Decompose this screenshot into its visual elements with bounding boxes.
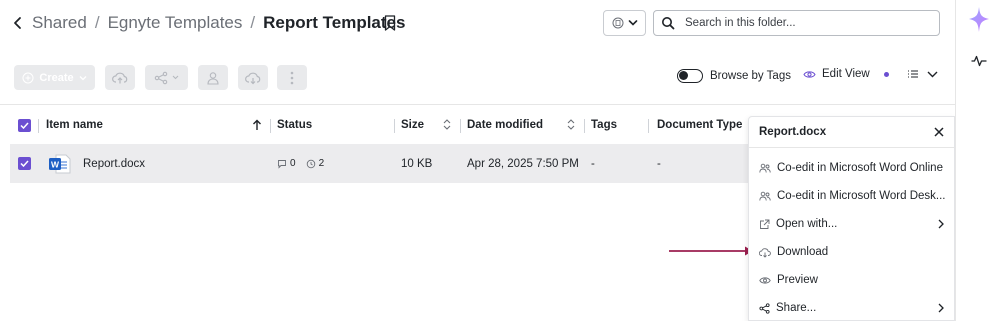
context-menu-header: Report.docx (749, 117, 954, 148)
breadcrumb-shared[interactable]: Shared (32, 13, 87, 33)
menu-item-coedit-desktop[interactable]: Co-edit in Microsoft Word Desk... (749, 182, 956, 210)
browse-by-tags-label: Browse by Tags (710, 70, 791, 82)
share-button[interactable] (145, 65, 188, 90)
download-button[interactable] (238, 65, 268, 90)
back-chevron-icon[interactable] (10, 14, 26, 32)
row-checkbox[interactable] (18, 144, 31, 183)
context-menu-title: Report.docx (759, 126, 827, 138)
cloud-download-icon (245, 72, 261, 84)
file-name-link[interactable]: Report.docx (83, 144, 145, 183)
table-row[interactable]: W Report.docx 0 2 10 KB Apr 28, 2025 7:5… (10, 144, 748, 183)
toggle-switch[interactable] (677, 69, 703, 83)
menu-item-preview[interactable]: Preview (749, 266, 956, 294)
chevron-down-icon (927, 71, 938, 77)
more-vertical-icon (290, 71, 294, 84)
browse-by-tags-toggle[interactable]: Browse by Tags (677, 69, 791, 83)
right-rail (955, 0, 1000, 321)
cloud-upload-icon (112, 72, 128, 83)
ai-sparkle-icon[interactable] (967, 5, 991, 35)
assign-user-button[interactable] (198, 65, 228, 90)
edit-view-label: Edit View (822, 68, 870, 80)
chevron-down-icon (172, 75, 179, 80)
chevron-right-icon (938, 219, 944, 229)
status-cell: 0 2 (277, 144, 324, 183)
breadcrumb-separator: / (94, 13, 100, 32)
chevron-down-icon (628, 20, 637, 26)
size-cell: 10 KB (401, 157, 433, 170)
clock-icon (306, 159, 315, 168)
comment-icon (278, 159, 286, 169)
list-view-icon (908, 70, 918, 78)
column-size[interactable]: Size (401, 105, 424, 145)
close-icon[interactable] (934, 127, 944, 137)
versions-count[interactable]: 2 (306, 158, 324, 169)
create-button[interactable]: Create (14, 65, 95, 90)
external-link-icon (760, 219, 770, 229)
eye-icon (803, 70, 816, 78)
search-icon (662, 17, 675, 30)
search-box (653, 10, 940, 36)
breadcrumb: Shared / Egnyte Templates / Report Templ… (32, 13, 405, 33)
more-actions-button[interactable] (277, 65, 307, 90)
chevron-down-icon (79, 75, 87, 80)
file-context-menu: Report.docx Co-edit in Microsoft Word On… (748, 116, 955, 321)
select-all-checkbox[interactable] (18, 105, 31, 145)
breadcrumb-egnyte-templates[interactable]: Egnyte Templates (108, 13, 243, 33)
column-date-modified[interactable]: Date modified (467, 105, 543, 145)
edit-view-button[interactable]: Edit View (803, 68, 889, 80)
search-scope-dropdown[interactable] (603, 10, 646, 36)
menu-item-open-with[interactable]: Open with... (749, 210, 956, 238)
eye-icon (759, 276, 771, 284)
co-edit-icon (759, 191, 771, 201)
annotation-arrow (669, 246, 753, 256)
word-file-icon: W (48, 144, 72, 183)
menu-item-coedit-online[interactable]: Co-edit in Microsoft Word Online (749, 154, 956, 182)
share-icon (154, 71, 168, 84)
view-options-dropdown[interactable] (907, 69, 938, 79)
document-type-cell: - (657, 157, 661, 170)
column-status[interactable]: Status (277, 105, 312, 145)
svg-text:W: W (51, 159, 60, 169)
new-indicator-dot (883, 71, 889, 77)
bookmark-icon[interactable] (383, 14, 397, 32)
menu-item-share[interactable]: Share... (749, 294, 956, 321)
activity-icon[interactable] (971, 55, 987, 67)
upload-button[interactable] (105, 65, 135, 90)
share-icon (759, 302, 770, 314)
create-label: Create (39, 71, 74, 84)
column-document-type[interactable]: Document Type (657, 105, 742, 145)
sort-icon[interactable] (567, 118, 575, 131)
date-cell: Apr 28, 2025 7:50 PM (467, 157, 579, 170)
comments-count[interactable]: 0 (277, 158, 296, 169)
column-item-name[interactable]: Item name (46, 105, 103, 145)
user-icon (207, 71, 219, 85)
co-edit-icon (759, 163, 771, 173)
breadcrumb-separator: / (250, 13, 256, 32)
sort-icon[interactable] (443, 118, 451, 131)
tags-cell: - (591, 157, 595, 170)
cloud-download-icon (759, 247, 771, 258)
menu-item-download[interactable]: Download (749, 238, 956, 266)
sort-ascending-icon[interactable] (252, 119, 262, 131)
scope-icon (612, 17, 623, 29)
column-tags[interactable]: Tags (591, 105, 617, 145)
file-browser: Shared / Egnyte Templates / Report Templ… (0, 0, 955, 321)
plus-circle-icon (22, 72, 34, 83)
chevron-right-icon (938, 303, 944, 313)
search-input[interactable] (685, 17, 925, 29)
